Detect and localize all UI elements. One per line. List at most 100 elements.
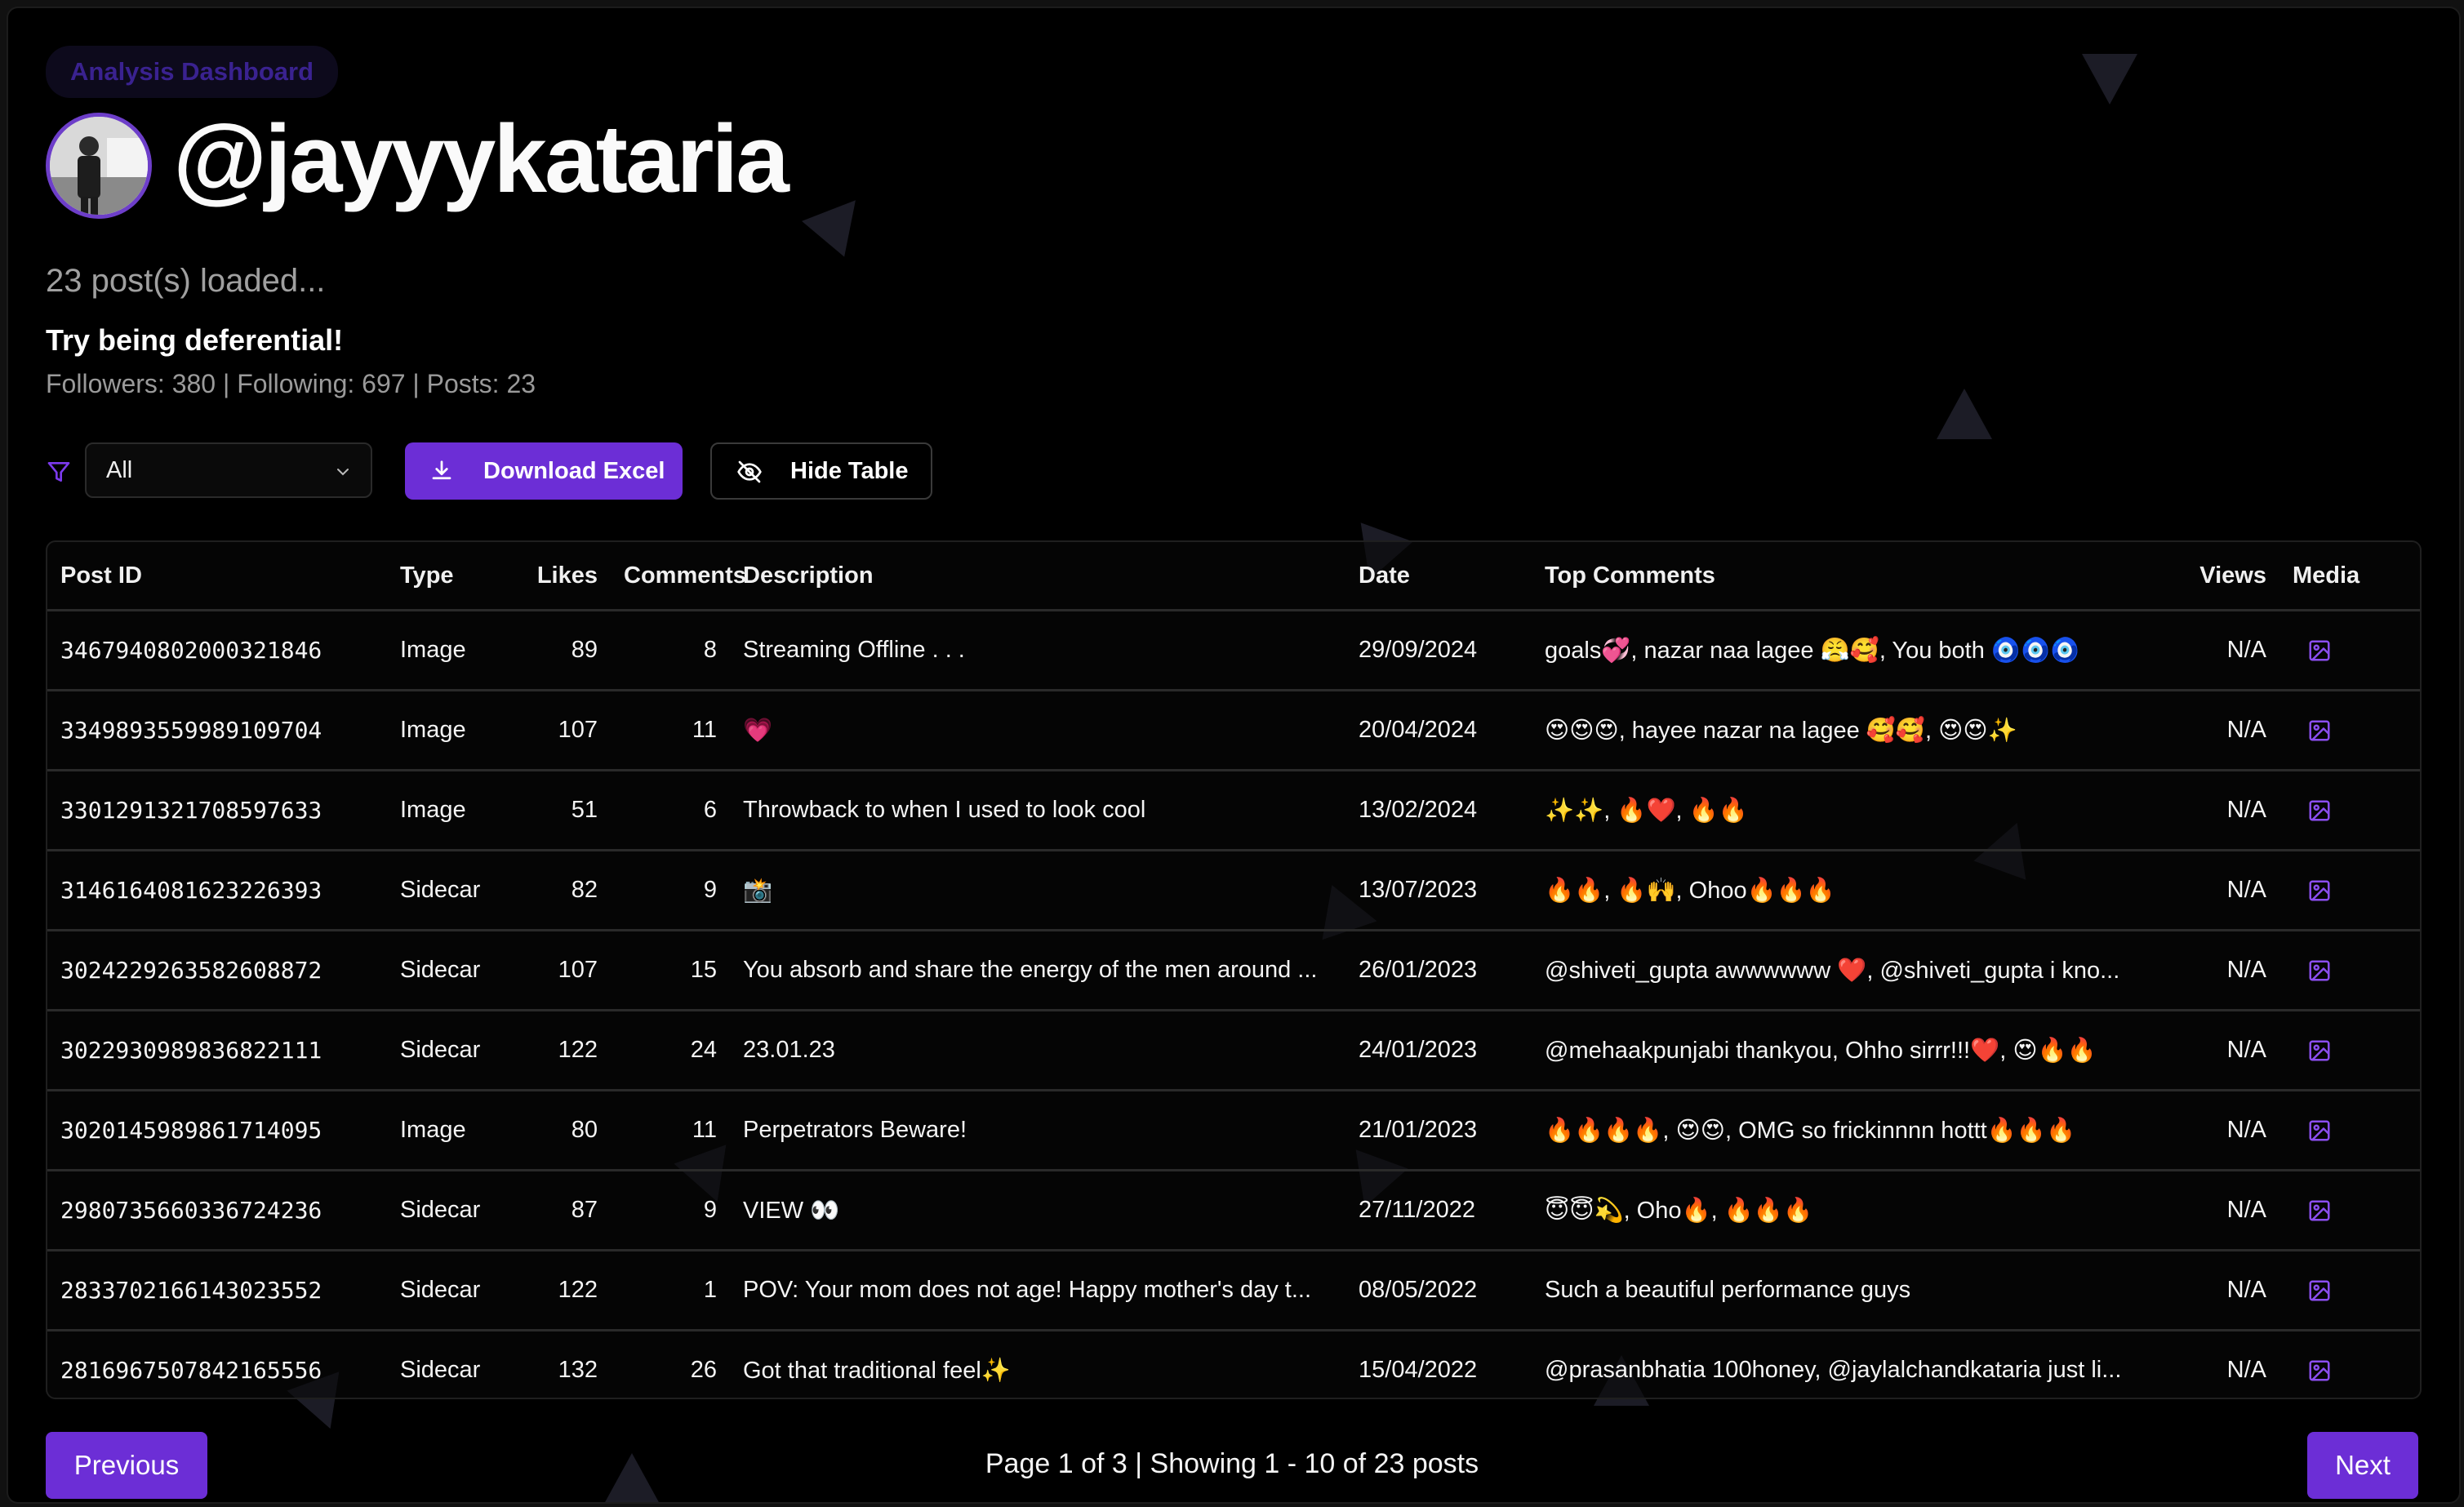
comments-cell: 6 xyxy=(611,770,730,851)
hide-table-button[interactable]: Hide Table xyxy=(710,442,932,500)
image-icon[interactable] xyxy=(2307,1198,2332,1223)
table-row[interactable]: 3467940802000321846 Image 89 8 Streaming Off… xyxy=(47,610,2420,691)
table-row[interactable]: 3020145989861714095 Image 80 11 Perpetrators… xyxy=(47,1090,2420,1171)
type-cell: Image xyxy=(387,770,509,851)
date-cell: 13/07/2023 xyxy=(1345,850,1532,931)
top-comments-cell: 😍😍😍, hayee nazar na lagee 🥰🥰, 😍😍✨ xyxy=(1532,690,2165,771)
likes-cell: 107 xyxy=(509,930,611,1011)
table-row[interactable]: 3146164081623226393 Sidecar 82 9 📸 13/07/2023… xyxy=(47,850,2420,931)
image-icon[interactable] xyxy=(2307,1278,2332,1303)
media-cell xyxy=(2279,850,2420,931)
media-cell xyxy=(2279,1331,2420,1398)
post-id-cell: 3146164081623226393 xyxy=(47,850,387,931)
next-page-button[interactable]: Next xyxy=(2307,1432,2418,1499)
type-filter-select[interactable]: All xyxy=(85,442,372,498)
likes-cell: 51 xyxy=(509,770,611,851)
date-cell: 29/09/2024 xyxy=(1345,610,1532,691)
date-cell: 13/02/2024 xyxy=(1345,770,1532,851)
download-excel-label: Download Excel xyxy=(483,458,665,484)
column-header[interactable]: Comments xyxy=(611,542,746,611)
media-cell xyxy=(2279,1010,2420,1091)
download-excel-button[interactable]: Download Excel xyxy=(405,442,683,500)
media-cell xyxy=(2279,1090,2420,1171)
likes-cell: 87 xyxy=(509,1170,611,1251)
date-cell: 20/04/2024 xyxy=(1345,690,1532,771)
image-icon[interactable] xyxy=(2307,1118,2332,1143)
comments-cell: 15 xyxy=(611,930,730,1011)
date-cell: 26/01/2023 xyxy=(1345,930,1532,1011)
avatar[interactable] xyxy=(46,113,152,219)
top-comments-cell: Such a beautiful performance guys xyxy=(1532,1250,2165,1331)
image-icon[interactable] xyxy=(2307,638,2332,663)
comments-cell: 8 xyxy=(611,610,730,691)
column-header[interactable]: Post ID xyxy=(47,542,387,611)
chevron-down-icon xyxy=(337,469,349,476)
column-header[interactable]: Type xyxy=(387,542,509,611)
download-icon xyxy=(432,460,451,480)
image-icon[interactable] xyxy=(2307,1358,2332,1383)
post-id-cell: 2833702166143023552 xyxy=(47,1250,387,1331)
table-row[interactable]: 3349893559989109704 Image 107 11 💗 20/04/2024… xyxy=(47,690,2420,771)
image-icon[interactable] xyxy=(2307,1038,2332,1063)
column-header[interactable]: Date xyxy=(1345,542,1532,611)
table-row[interactable]: 3024229263582608872 Sidecar 107 15 You absor… xyxy=(47,930,2420,1011)
date-cell: 15/04/2022 xyxy=(1359,1357,1478,1383)
top-comments-cell: 🔥🔥🔥🔥, 😍😍, OMG so frickinnnn hottt🔥🔥🔥 xyxy=(1532,1090,2165,1171)
type-cell: Sidecar xyxy=(400,1357,481,1383)
media-cell xyxy=(2279,770,2420,851)
column-header[interactable]: Likes xyxy=(509,542,611,611)
media-cell xyxy=(2279,930,2420,1011)
column-header[interactable]: Media xyxy=(2279,542,2420,611)
post-id-cell: 3301291321708597633 xyxy=(47,770,387,851)
post-id-cell: 2980735660336724236 xyxy=(47,1170,387,1251)
views-cell: N/A xyxy=(2165,1090,2279,1171)
comments-cell: 11 xyxy=(611,1090,730,1171)
description-cell: 23.01.23 xyxy=(730,1010,1345,1091)
page-title: @jayyykataria xyxy=(173,105,789,213)
table-row[interactable]: 2816967507842165556 Sidecar 132 26 Got that … xyxy=(47,1331,2420,1398)
posts-table: Post ID Type Likes Comments Description … xyxy=(47,542,2420,1398)
likes-cell: 132 xyxy=(558,1357,598,1383)
image-icon[interactable] xyxy=(2307,718,2332,743)
type-cell: Sidecar xyxy=(387,850,509,931)
image-icon[interactable] xyxy=(2307,958,2332,983)
post-id-cell: 3022930989836822111 xyxy=(47,1010,387,1091)
description-cell: VIEW 👀 xyxy=(730,1170,1345,1251)
table-row[interactable]: 2980735660336724236 Sidecar 87 9 VIEW 👀 27/11… xyxy=(47,1170,2420,1251)
top-comments-cell: @shiveti_gupta awwwwww ❤️, @shiveti_gupt… xyxy=(1532,930,2165,1011)
views-cell: N/A xyxy=(2165,690,2279,771)
table-row[interactable]: 3022930989836822111 Sidecar 122 24 23.01.23 2… xyxy=(47,1010,2420,1091)
description-cell: Perpetrators Beware! xyxy=(730,1090,1345,1171)
comments-cell: 11 xyxy=(611,690,730,771)
column-header[interactable]: Views xyxy=(2165,542,2279,611)
dashboard-badge: Analysis Dashboard xyxy=(46,46,339,98)
date-cell: 27/11/2022 xyxy=(1345,1170,1532,1251)
top-comments-cell: 😇😇💫, Oho🔥, 🔥🔥🔥 xyxy=(1532,1170,2165,1251)
likes-cell: 122 xyxy=(509,1010,611,1091)
hide-table-label: Hide Table xyxy=(790,458,909,484)
type-cell: Sidecar xyxy=(387,930,509,1011)
column-header[interactable]: Top Comments xyxy=(1532,542,2165,611)
likes-cell: 107 xyxy=(509,690,611,771)
date-cell: 24/01/2023 xyxy=(1345,1010,1532,1091)
likes-cell: 82 xyxy=(509,850,611,931)
image-icon[interactable] xyxy=(2307,798,2332,823)
likes-cell: 122 xyxy=(509,1250,611,1331)
table-row[interactable]: 3301291321708597633 Image 51 6 Throwback to … xyxy=(47,770,2420,851)
top-comments-cell: 🔥🔥, 🔥🙌, Ohoo🔥🔥🔥 xyxy=(1532,850,2165,931)
type-filter-value: All xyxy=(106,457,133,483)
image-icon[interactable] xyxy=(2307,878,2332,903)
profile-stats: Followers: 380 | Following: 697 | Posts:… xyxy=(46,369,536,398)
description-cell: POV: Your mom does not age! Happy mother… xyxy=(730,1250,1345,1331)
comments-cell: 26 xyxy=(690,1357,717,1383)
description-cell: 📸 xyxy=(730,850,1345,931)
date-cell: 21/01/2023 xyxy=(1345,1090,1532,1171)
media-cell xyxy=(2279,1170,2420,1251)
views-cell: N/A xyxy=(2165,1010,2279,1091)
eye-off-icon xyxy=(737,460,762,483)
page-info: Page 1 of 3 | Showing 1 - 10 of 23 posts xyxy=(985,1448,1479,1479)
description-cell: Streaming Offline . . . xyxy=(730,610,1345,691)
table-row[interactable]: 2833702166143023552 Sidecar 122 1 POV: Your … xyxy=(47,1250,2420,1331)
column-header[interactable]: Description xyxy=(730,542,1345,611)
type-cell: Sidecar xyxy=(387,1170,509,1251)
